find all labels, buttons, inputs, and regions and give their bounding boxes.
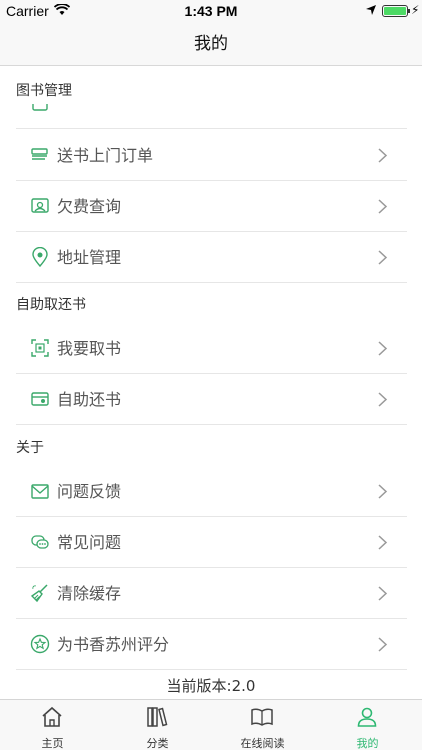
books-icon — [147, 707, 168, 727]
tab-bar: 主页 分类 在线阅读 我的 — [0, 699, 422, 750]
broom-icon — [30, 584, 48, 603]
row-clear-cache[interactable]: 清除缓存 — [16, 568, 407, 619]
row-label: 自助还书 — [57, 390, 122, 409]
open-book-icon — [251, 708, 273, 726]
row-label: 欠费查询 — [57, 197, 122, 216]
location-arrow-icon — [366, 5, 376, 15]
row-address[interactable]: 地址管理 — [16, 232, 407, 283]
row-fee-query[interactable]: 欠费查询 — [16, 181, 407, 232]
card-return-icon — [31, 392, 49, 406]
location-pin-icon — [32, 247, 48, 267]
row-delivery-orders[interactable]: 送书上门订单 — [16, 130, 407, 181]
row-label: 我要取书 — [57, 339, 122, 358]
chevron-right-icon — [378, 148, 388, 163]
row-feedback[interactable]: 问题反馈 — [16, 466, 407, 517]
row-label: 清除缓存 — [57, 584, 122, 603]
section-header-library-bg: 图书管理 — [0, 70, 422, 104]
battery-tip — [408, 9, 410, 13]
faq-chat-icon — [31, 535, 49, 549]
status-bar: Carrier 1:43 PM ⚡ — [0, 0, 422, 22]
tab-mine[interactable]: 我的 — [315, 700, 420, 750]
section-header-library-label: 图书管理 — [16, 83, 72, 99]
chevron-right-icon — [378, 586, 388, 601]
tab-online-reading[interactable]: 在线阅读 — [210, 700, 315, 750]
chevron-right-icon — [378, 535, 388, 550]
charging-icon: ⚡ — [411, 3, 420, 17]
settings-list[interactable]: 图书管理 我的书袋 图书管理 送书上门订单 欠费查询 — [0, 66, 422, 699]
chevron-right-icon — [378, 484, 388, 499]
section-header-about: 关于 — [0, 428, 422, 468]
tab-label: 主页 — [41, 737, 64, 750]
tab-label: 分类 — [146, 737, 169, 750]
row-label: 问题反馈 — [57, 482, 122, 501]
chevron-right-icon — [378, 637, 388, 652]
star-rate-icon — [30, 634, 50, 654]
tab-category[interactable]: 分类 — [105, 700, 210, 750]
qr-scan-icon — [31, 339, 49, 357]
page-title: 我的 — [194, 34, 228, 54]
chevron-right-icon — [378, 250, 388, 265]
row-pickup-book[interactable]: 我要取书 — [16, 323, 407, 374]
fee-query-icon — [31, 198, 49, 213]
row-label: 常见问题 — [57, 533, 122, 552]
row-label: 送书上门订单 — [57, 146, 154, 165]
tab-home[interactable]: 主页 — [0, 700, 105, 750]
row-rate-app[interactable]: 为书香苏州评分 — [16, 619, 407, 670]
tab-label: 在线阅读 — [240, 737, 285, 750]
battery-icon — [382, 5, 408, 17]
version-label: 当前版本:2.0 — [166, 677, 256, 695]
section-header-self-service: 自助取还书 — [0, 285, 422, 325]
row-label: 地址管理 — [57, 248, 122, 267]
chevron-right-icon — [378, 199, 388, 214]
person-icon — [357, 707, 377, 727]
home-icon — [42, 706, 62, 727]
delivery-icon — [31, 148, 48, 160]
row-faq[interactable]: 常见问题 — [16, 517, 407, 568]
chevron-right-icon — [378, 341, 388, 356]
row-label: 为书香苏州评分 — [57, 635, 170, 654]
row-return-book[interactable]: 自助还书 — [16, 374, 407, 425]
clock: 1:43 PM — [184, 3, 238, 19]
chevron-right-icon — [378, 392, 388, 407]
nav-bar: 我的 — [0, 22, 422, 66]
tab-label: 我的 — [356, 737, 379, 750]
feedback-mail-icon — [31, 484, 49, 499]
